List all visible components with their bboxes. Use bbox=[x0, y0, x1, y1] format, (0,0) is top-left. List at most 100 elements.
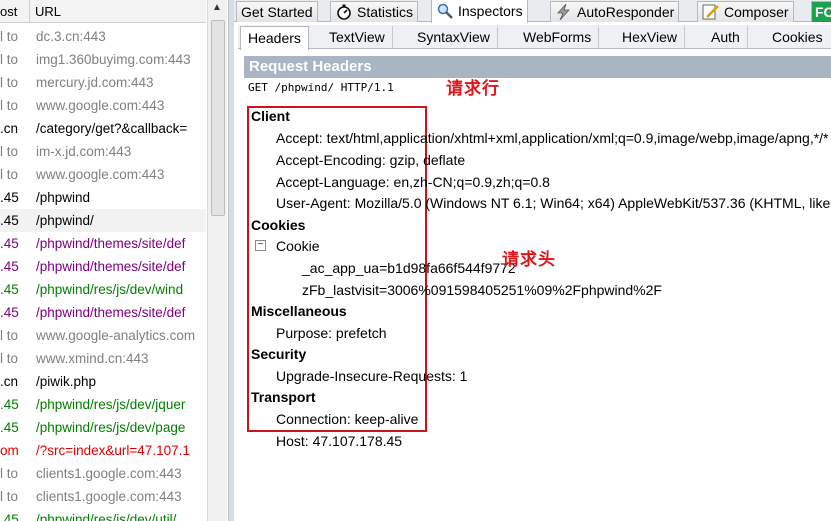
session-host: l to bbox=[0, 98, 19, 113]
session-row[interactable]: .45/phpwind/res/js/dev/jquer bbox=[0, 393, 206, 416]
cookie-value[interactable]: _ac_app_ua=b1d98fa66f544f9772 bbox=[302, 260, 516, 276]
tab-inspectors[interactable]: Inspectors bbox=[431, 0, 528, 23]
tab-statistics[interactable]: Statistics bbox=[330, 1, 419, 22]
session-row[interactable]: .cn/category/get?&callback= bbox=[0, 117, 206, 140]
session-row[interactable]: .45/phpwind/themes/site/def bbox=[0, 232, 206, 255]
cookie-value[interactable]: zFb_lastvisit=3006%091598405251%09%2Fphp… bbox=[302, 282, 662, 298]
session-list[interactable]: ost URL l to dc.3.cn:443 l to img1.360buyim… bbox=[0, 0, 228, 521]
session-list-header: ost URL bbox=[0, 0, 206, 23]
header-accept[interactable]: Accept: text/html,application/xhtml+xml,… bbox=[276, 130, 829, 146]
session-row[interactable]: l to dc.3.cn:443 bbox=[0, 25, 206, 48]
session-row[interactable]: l to www.google-analytics.com bbox=[0, 324, 206, 347]
session-url: www.google.com:443 bbox=[36, 98, 165, 113]
session-host: .45 bbox=[0, 213, 19, 228]
group-security[interactable]: Security bbox=[251, 346, 306, 362]
session-url: im-x.jd.com:443 bbox=[36, 144, 132, 159]
tab-fiddlerscript[interactable]: FC bbox=[811, 1, 831, 22]
session-url: /phpwind/res/js/dev/page bbox=[36, 420, 186, 435]
tab-headers[interactable]: Headers bbox=[240, 26, 309, 50]
header-connection[interactable]: Connection: keep-alive bbox=[276, 411, 418, 427]
session-host: l to bbox=[0, 52, 19, 67]
session-row[interactable]: .45/phpwind/res/js/dev/wind bbox=[0, 278, 206, 301]
session-row[interactable]: l to im-x.jd.com:443 bbox=[0, 140, 206, 163]
tab-cookies[interactable]: Cookies bbox=[765, 26, 830, 49]
header-cookie[interactable]: Cookie bbox=[276, 238, 320, 254]
inspector-pane: Get Started Statistics Inspectors AutoRe… bbox=[234, 0, 831, 521]
tab-hexview[interactable]: HexView bbox=[615, 26, 685, 49]
request-headers-title: Request Headers bbox=[244, 56, 831, 78]
session-row[interactable]: .45/phpwind bbox=[0, 186, 206, 209]
session-url: /?src=index&url=47.107.1 bbox=[36, 443, 190, 458]
header-upgrade-insecure-requests[interactable]: Upgrade-Insecure-Requests: 1 bbox=[276, 368, 467, 384]
session-url: /phpwind/res/js/dev/wind bbox=[36, 282, 184, 297]
session-row[interactable]: .45/phpwind/themes/site/def bbox=[0, 301, 206, 324]
collapse-toggle-icon[interactable]: − bbox=[255, 240, 266, 251]
session-host: l to bbox=[0, 489, 19, 504]
session-url: /phpwind/res/js/dev/util/ bbox=[36, 512, 177, 521]
header-user-agent[interactable]: User-Agent: Mozilla/5.0 (Windows NT 6.1;… bbox=[276, 195, 831, 211]
session-row[interactable]: l to clients1.google.com:443 bbox=[0, 462, 206, 485]
session-row[interactable]: l to img1.360buyimg.com:443 bbox=[0, 48, 206, 71]
session-row[interactable]: .45/phpwind/ bbox=[0, 209, 206, 232]
session-url: clients1.google.com:443 bbox=[36, 489, 182, 504]
header-accept-encoding[interactable]: Accept-Encoding: gzip, deflate bbox=[276, 152, 465, 168]
session-host: l to bbox=[0, 144, 19, 159]
main-tab-strip: Get Started Statistics Inspectors AutoRe… bbox=[234, 0, 831, 23]
session-url: /piwik.php bbox=[36, 374, 97, 389]
session-host: l to bbox=[0, 351, 19, 366]
session-row[interactable]: .45/phpwind/res/js/dev/page bbox=[0, 416, 206, 439]
tab-textview[interactable]: TextView bbox=[322, 26, 393, 49]
session-host: l to bbox=[0, 167, 19, 182]
column-host[interactable]: ost bbox=[0, 4, 17, 19]
tab-auth[interactable]: Auth bbox=[704, 26, 748, 49]
tab-webforms[interactable]: WebForms bbox=[516, 26, 600, 49]
session-host: l to bbox=[0, 328, 19, 343]
session-url: /phpwind/res/js/dev/jquer bbox=[36, 397, 186, 412]
group-transport[interactable]: Transport bbox=[251, 389, 316, 405]
session-row[interactable]: om /?src=index&url=47.107.1 bbox=[0, 439, 206, 462]
column-url[interactable]: URL bbox=[35, 4, 61, 19]
session-row[interactable]: .45/phpwind/themes/site/def bbox=[0, 255, 206, 278]
session-host: .45 bbox=[0, 512, 19, 521]
scrollbar-thumb[interactable] bbox=[211, 20, 225, 216]
stopwatch-icon bbox=[337, 4, 351, 20]
column-divider[interactable] bbox=[29, 0, 30, 23]
session-row[interactable]: l to mercury.jd.com:443 bbox=[0, 71, 206, 94]
scroll-up-arrow-icon[interactable]: ▲ bbox=[212, 2, 222, 13]
session-host: l to bbox=[0, 466, 19, 481]
group-client[interactable]: Client bbox=[251, 108, 290, 124]
session-url: /phpwind/ bbox=[36, 213, 94, 228]
group-cookies[interactable]: Cookies bbox=[251, 217, 305, 233]
session-url: /phpwind/themes/site/def bbox=[36, 305, 186, 320]
session-host: .45 bbox=[0, 190, 19, 205]
session-url: www.xmind.cn:443 bbox=[36, 351, 149, 366]
tab-syntaxview[interactable]: SyntaxView bbox=[410, 26, 498, 49]
annotation-request-headers: 请求头 bbox=[502, 250, 556, 269]
tab-get-started[interactable]: Get Started bbox=[236, 1, 318, 22]
session-url: mercury.jd.com:443 bbox=[36, 75, 154, 90]
session-row[interactable]: l to www.xmind.cn:443 bbox=[0, 347, 206, 370]
session-host: .45 bbox=[0, 236, 19, 251]
header-accept-language[interactable]: Accept-Language: en,zh-CN;q=0.9,zh;q=0.8 bbox=[276, 174, 550, 190]
tab-autoresponder[interactable]: AutoResponder bbox=[550, 1, 680, 22]
session-host: om bbox=[0, 443, 19, 458]
session-rows: l to dc.3.cn:443 l to img1.360buyimg.com:44… bbox=[0, 25, 206, 521]
tab-composer[interactable]: Composer bbox=[697, 1, 794, 22]
session-host: .45 bbox=[0, 420, 19, 435]
session-row[interactable]: l to www.google.com:443 bbox=[0, 94, 206, 117]
session-row[interactable]: l to www.google.com:443 bbox=[0, 163, 206, 186]
session-list-scrollbar[interactable]: ▲ bbox=[207, 0, 227, 521]
header-host[interactable]: Host: 47.107.178.45 bbox=[276, 433, 402, 449]
session-url: /phpwind/themes/site/def bbox=[36, 236, 186, 251]
header-purpose[interactable]: Purpose: prefetch bbox=[276, 325, 387, 341]
session-row[interactable]: .cn/piwik.php bbox=[0, 370, 206, 393]
pencil-icon bbox=[702, 4, 719, 20]
group-miscellaneous[interactable]: Miscellaneous bbox=[251, 303, 347, 319]
session-row[interactable]: .45/phpwind/res/js/dev/util/ bbox=[0, 508, 206, 521]
session-row[interactable]: l to clients1.google.com:443 bbox=[0, 485, 206, 508]
inspector-sub-tab-strip: Headers TextView SyntaxView WebForms Hex… bbox=[238, 25, 831, 50]
session-host: .45 bbox=[0, 397, 19, 412]
session-url: /category/get?&callback= bbox=[36, 121, 188, 136]
session-url: www.google.com:443 bbox=[36, 167, 165, 182]
session-host: .45 bbox=[0, 305, 19, 320]
